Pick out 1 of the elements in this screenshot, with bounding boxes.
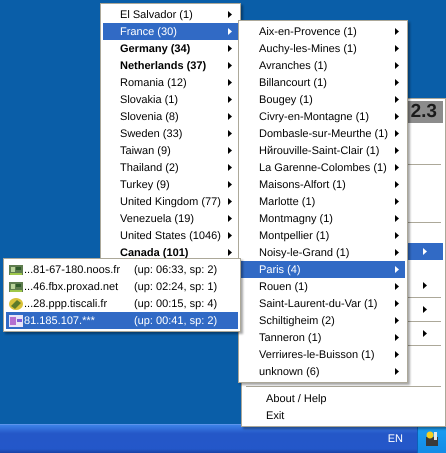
version-label: 2.3 (410, 101, 437, 123)
